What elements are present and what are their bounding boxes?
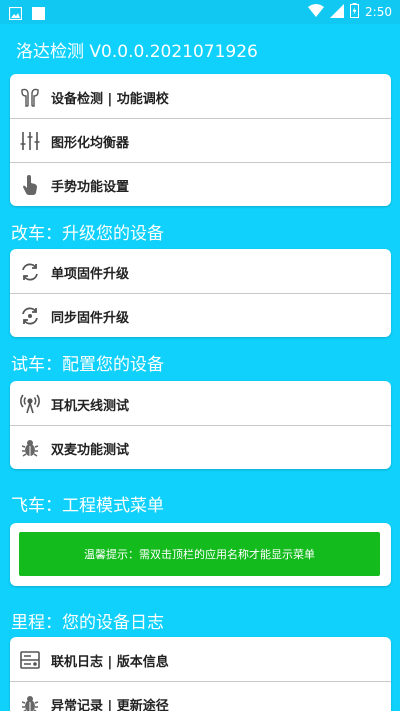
signal-icon: [330, 3, 345, 21]
sync-firmware-upgrade-item[interactable]: 同步固件升级: [10, 294, 391, 337]
log-card: 联机日志 | 版本信息 异常记录 | 更新途径: [10, 637, 391, 711]
antenna-icon: [19, 393, 41, 415]
image-icon: [8, 5, 23, 24]
equalizer-label: 图形化均衡器: [51, 136, 130, 151]
equalizer-item[interactable]: 图形化均衡器: [10, 119, 391, 162]
online-log-label: 联机日志 | 版本信息: [51, 655, 169, 670]
sync-icon: [19, 305, 41, 327]
dual-mic-test-label: 双麦功能测试: [51, 443, 130, 458]
gesture-settings-item[interactable]: 手势功能设置: [10, 163, 391, 206]
square-icon: [32, 5, 45, 24]
exception-record-item[interactable]: 异常记录 | 更新途径: [10, 682, 391, 711]
app-bar[interactable]: 洛达检测 V0.0.0.2021071926: [0, 24, 400, 70]
sync-firmware-upgrade-label: 同步固件升级: [51, 311, 130, 326]
dual-mic-test-item[interactable]: 双麦功能测试: [10, 426, 391, 469]
bug-icon: [19, 437, 41, 459]
refresh-icon: [19, 261, 41, 283]
test-section-title: 试车：配置您的设备: [11, 355, 164, 375]
earbuds-icon: [19, 86, 41, 108]
device-check-label: 设备检测 | 功能调校: [51, 92, 169, 107]
online-log-item[interactable]: 联机日志 | 版本信息: [10, 638, 391, 681]
equalizer-icon: [19, 130, 41, 152]
status-time: 2:50: [365, 5, 392, 19]
main-functions-card: 设备检测 | 功能调校 图形化均衡器 手势功能设置: [10, 74, 391, 206]
upgrade-card: 单项固件升级 同步固件升级: [10, 249, 391, 337]
log-section-title: 里程：您的设备日志: [11, 613, 164, 633]
single-firmware-upgrade-label: 单项固件升级: [51, 267, 130, 282]
antenna-test-item[interactable]: 耳机天线测试: [10, 382, 391, 425]
exception-record-label: 异常记录 | 更新途径: [51, 699, 169, 711]
wifi-icon: [308, 3, 325, 21]
app-title[interactable]: 洛达检测 V0.0.0.2021071926: [16, 37, 258, 62]
log-icon: [19, 649, 41, 671]
battery-icon: [350, 3, 360, 21]
engineering-notice[interactable]: 温馨提示：需双击顶栏的应用名称才能显示菜单: [19, 532, 380, 576]
upgrade-section-title: 改车：升级您的设备: [11, 224, 164, 244]
device-check-item[interactable]: 设备检测 | 功能调校: [10, 75, 391, 118]
status-bar: 2:50: [0, 0, 400, 24]
engineering-section-title: 飞车：工程模式菜单: [11, 496, 164, 516]
engineering-card: 温馨提示：需双击顶栏的应用名称才能显示菜单: [10, 523, 391, 586]
test-card: 耳机天线测试 双麦功能测试: [10, 381, 391, 469]
single-firmware-upgrade-item[interactable]: 单项固件升级: [10, 250, 391, 293]
bug-icon: [19, 693, 41, 711]
gesture-settings-label: 手势功能设置: [51, 180, 130, 195]
antenna-test-label: 耳机天线测试: [51, 399, 130, 414]
hand-pointer-icon: [19, 174, 41, 196]
